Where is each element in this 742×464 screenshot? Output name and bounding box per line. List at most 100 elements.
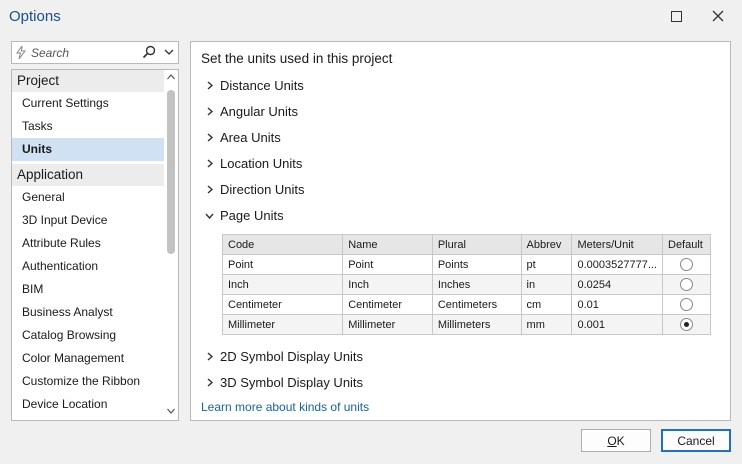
nav-item-catalog-browsing[interactable]: Catalog Browsing [12,324,164,347]
column-header-default[interactable]: Default [662,234,711,255]
cell-plural: Points [431,254,522,275]
cell-code: Centimeter [221,294,344,315]
cell-name: Centimeter [342,294,433,315]
ok-button[interactable]: OK [581,429,651,452]
nav-item-tasks[interactable]: Tasks [12,115,164,138]
section-label: Direction Units [220,181,305,197]
section-angular-units[interactable]: Angular Units [205,101,298,121]
column-header-name[interactable]: Name [342,234,433,255]
cell-default [662,314,711,335]
section-label: Area Units [220,129,281,145]
page-units-table: Code Name Plural Abbrev Meters/Unit Defa… [221,234,711,335]
nav-group-application: Application [12,164,164,186]
column-header-abbrev[interactable]: Abbrev [520,234,573,255]
search-box [11,41,179,64]
cell-default [662,274,711,295]
cell-meters: 0.01 [571,294,663,315]
cell-name: Point [342,254,433,275]
column-header-plural[interactable]: Plural [431,234,522,255]
cell-meters: 0.0003527777... [571,254,663,275]
table-row[interactable]: Point Point Points pt 0.0003527777... [221,254,711,275]
section-label: 2D Symbol Display Units [220,348,364,364]
nav-item-units[interactable]: Units [12,138,164,161]
default-radio[interactable] [680,298,693,311]
column-header-code[interactable]: Code [221,234,344,255]
nav-item-customize-the-ribbon[interactable]: Customize the Ribbon [12,370,164,393]
section-location-units[interactable]: Location Units [205,153,302,173]
cell-meters: 0.001 [571,314,663,335]
cancel-button[interactable]: Cancel [661,429,731,452]
chevron-right-icon [207,80,214,90]
cell-abbrev: pt [520,254,573,275]
section-label: Distance Units [220,77,304,93]
maximize-icon [670,10,682,22]
close-button[interactable] [698,0,738,32]
chevron-right-icon [207,106,214,116]
chevron-right-icon [207,132,214,142]
section-3d-symbol-display-units[interactable]: 3D Symbol Display Units [205,372,363,392]
section-area-units[interactable]: Area Units [205,127,281,147]
cell-abbrev: in [520,274,573,295]
scroll-down-icon[interactable] [166,406,176,416]
section-label: Angular Units [220,103,299,119]
units-panel: Set the units used in this project Dista… [190,41,731,421]
search-icon[interactable] [142,45,156,59]
section-label: Page Units [220,207,284,223]
cell-name: Millimeter [342,314,433,335]
table-header-row: Code Name Plural Abbrev Meters/Unit Defa… [221,234,711,255]
cell-name: Inch [342,274,433,295]
section-direction-units[interactable]: Direction Units [205,179,305,199]
cell-plural: Centimeters [431,294,522,315]
nav-item-bim[interactable]: BIM [12,278,164,301]
table-row[interactable]: Centimeter Centimeter Centimeters cm 0.0… [221,294,711,315]
chevron-right-icon [207,377,214,387]
chevron-right-icon [207,184,214,194]
title-bar: Options [0,0,742,34]
options-nav: Project Current Settings Tasks Units App… [11,69,179,421]
ok-label-rest: K [616,433,625,448]
cell-code: Millimeter [221,314,344,335]
nav-item-device-location[interactable]: Device Location [12,393,164,416]
chevron-down-icon[interactable] [163,45,175,59]
nav-group-project: Project [12,70,164,92]
ok-accelerator: O [607,433,617,448]
page-title: Set the units used in this project [201,51,393,66]
table-row[interactable]: Millimeter Millimeter Millimeters mm 0.0… [221,314,711,335]
chevron-right-icon [207,158,214,168]
section-label: 3D Symbol Display Units [220,374,364,390]
scroll-up-icon[interactable] [166,72,176,82]
lightning-icon [16,44,26,62]
chevron-down-icon [205,213,214,219]
scrollbar-thumb[interactable] [167,90,175,254]
search-input[interactable] [31,45,141,61]
nav-item-general[interactable]: General [12,186,164,209]
cell-code: Point [221,254,344,275]
cell-default [662,254,711,275]
section-label: Location Units [220,155,303,171]
nav-item-current-settings[interactable]: Current Settings [12,92,164,115]
cell-abbrev: cm [520,294,573,315]
column-header-meters-unit[interactable]: Meters/Unit [571,234,663,255]
cell-plural: Millimeters [431,314,522,335]
section-page-units[interactable]: Page Units [205,205,284,225]
nav-item-business-analyst[interactable]: Business Analyst [12,301,164,324]
default-radio[interactable] [680,318,693,331]
nav-item-3d-input-device[interactable]: 3D Input Device [12,209,164,232]
chevron-right-icon [207,351,214,361]
nav-item-authentication[interactable]: Authentication [12,255,164,278]
nav-item-color-management[interactable]: Color Management [12,347,164,370]
section-2d-symbol-display-units[interactable]: 2D Symbol Display Units [205,346,363,366]
cell-default [662,294,711,315]
maximize-button[interactable] [656,0,696,32]
cell-abbrev: mm [520,314,573,335]
cell-plural: Inches [431,274,522,295]
close-icon [712,10,724,22]
nav-item-attribute-rules[interactable]: Attribute Rules [12,232,164,255]
table-row[interactable]: Inch Inch Inches in 0.0254 [221,274,711,295]
section-distance-units[interactable]: Distance Units [205,75,304,95]
default-radio[interactable] [680,278,693,291]
cell-code: Inch [221,274,344,295]
learn-more-link[interactable]: Learn more about kinds of units [201,400,369,414]
default-radio[interactable] [680,258,693,271]
nav-scrollbar[interactable] [164,70,178,420]
